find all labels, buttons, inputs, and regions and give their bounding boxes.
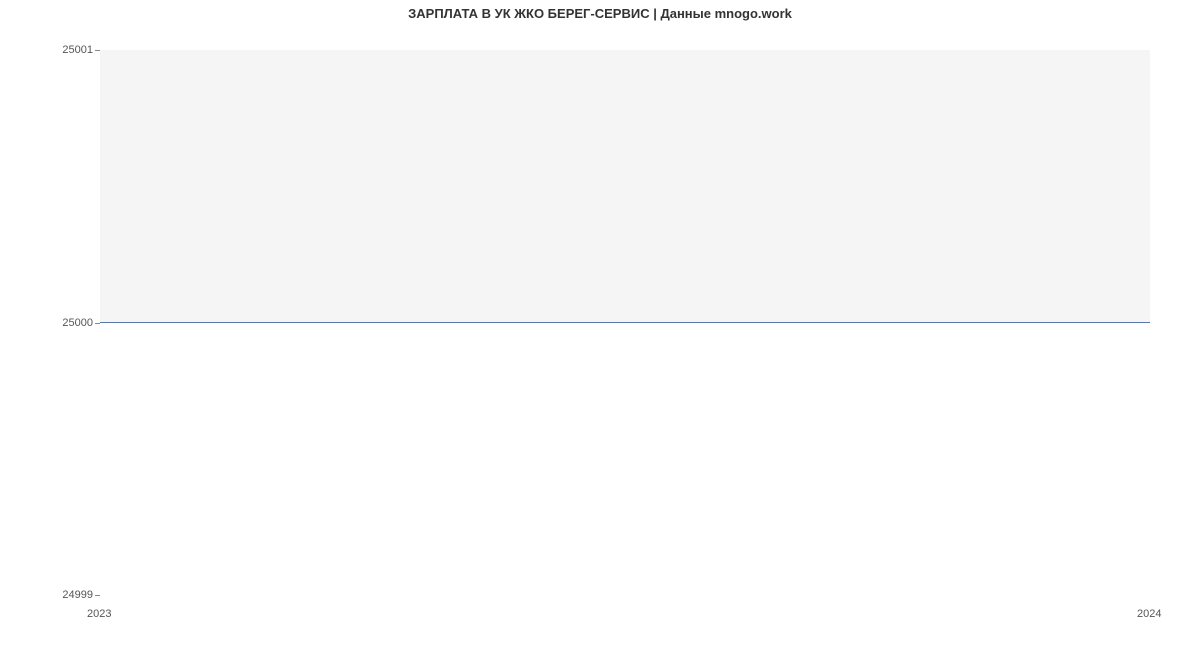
plot-lower-half [100,323,1150,595]
y-tick-mark [95,50,100,51]
x-tick-label: 2024 [1137,608,1161,620]
y-tick-label: 25000 [0,317,93,329]
y-tick-text: 25000 [62,317,93,329]
y-tick-label: 25001 [0,44,93,56]
y-tick-mark [95,595,100,596]
x-tick-label: 2023 [87,608,111,620]
chart-title: ЗАРПЛАТА В УК ЖКО БЕРЕГ-СЕРВИС | Данные … [0,6,1200,21]
y-tick-mark [95,323,100,324]
y-tick-text: 25001 [62,44,93,56]
y-tick-label: 24999 [0,589,93,601]
y-tick-text: 24999 [62,589,93,601]
